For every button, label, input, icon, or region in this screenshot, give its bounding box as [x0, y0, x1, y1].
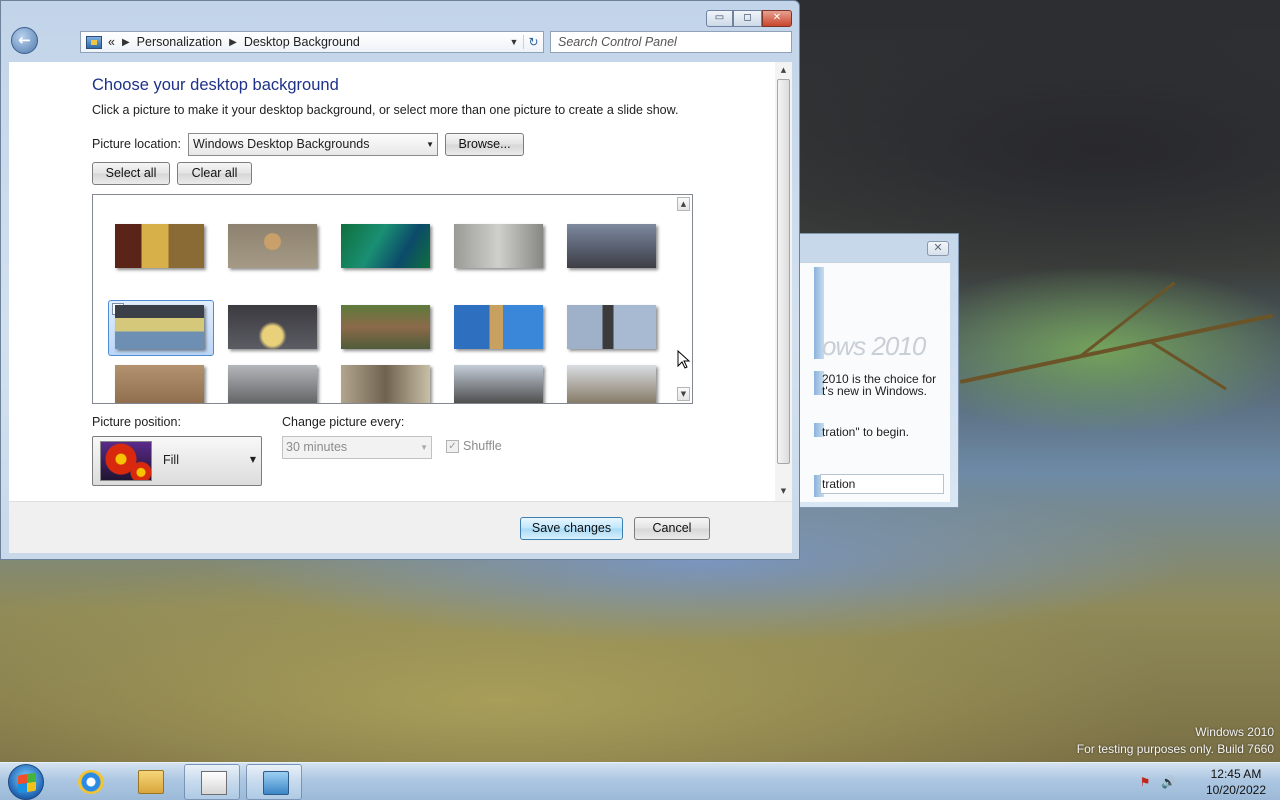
back-arrow-icon: ←	[18, 31, 31, 49]
chevron-down-icon: ▼	[426, 140, 434, 149]
wallpaper-thumbnail[interactable]	[228, 365, 317, 403]
scroll-down-icon[interactable]: ▼	[677, 387, 690, 401]
start-button[interactable]	[8, 764, 44, 800]
scroll-up-icon[interactable]: ▲	[777, 64, 790, 78]
save-changes-button[interactable]: Save changes	[520, 517, 623, 540]
wallpaper-thumbnail[interactable]	[454, 365, 543, 403]
gallery-scrollbar[interactable]: ▲ ▼	[675, 195, 692, 403]
back-button[interactable]: ←	[11, 27, 38, 54]
wallpaper-twig	[1149, 340, 1228, 391]
close-button[interactable]: ✕	[762, 10, 792, 27]
content-pane: Choose your desktop background Click a p…	[9, 62, 792, 501]
page-title: Choose your desktop background	[92, 76, 339, 94]
address-dropdown-icon[interactable]: ▼	[505, 37, 523, 47]
wallpaper-thumbnail[interactable]	[115, 365, 204, 403]
breadcrumb-separator-icon: ▶	[229, 36, 237, 48]
content-scrollbar[interactable]: ▲ ▼	[775, 62, 792, 501]
minimize-button[interactable]: ▭	[706, 10, 733, 27]
taskbar-windows-explorer[interactable]	[122, 764, 178, 800]
dialog-footer: Save changes Cancel	[9, 501, 792, 553]
background-dialog-body: ows 2010 2010 is the choice for t's new …	[800, 262, 950, 502]
wallpaper-gallery[interactable]: ✓ ▲ ▼	[92, 194, 693, 404]
chevron-down-icon: ▼	[249, 455, 256, 464]
desktop-background-window: ▭ ◻ ✕ ← « ▶ Personalization ▶ Desktop Ba…	[0, 0, 800, 560]
control-panel-icon	[86, 35, 102, 49]
refresh-icon[interactable]: ↻	[523, 35, 543, 49]
scroll-thumb[interactable]	[777, 79, 790, 464]
picture-position-label: Picture position:	[92, 415, 181, 429]
background-dialog-close-button[interactable]: ✕	[927, 241, 949, 256]
clock[interactable]: 12:45 AM 10/20/2022	[1206, 766, 1266, 798]
maximize-button[interactable]: ◻	[733, 10, 762, 27]
picture-location-select[interactable]: Windows Desktop Backgrounds ▼	[188, 133, 438, 156]
wallpaper-thumbnail[interactable]	[567, 305, 656, 349]
wallpaper-thumbnail[interactable]	[567, 365, 656, 403]
scroll-up-icon[interactable]: ▲	[677, 197, 690, 211]
taskbar-internet-explorer[interactable]	[62, 764, 118, 800]
breadcrumb-personalization[interactable]: Personalization	[137, 35, 222, 49]
system-tray: ⚑ 🔊 12:45 AM 10/20/2022	[1135, 763, 1280, 801]
search-input[interactable]: Search Control Panel	[550, 31, 792, 53]
breadcrumb-separator-icon: ▶	[121, 36, 130, 48]
build-watermark: Windows 2010 For testing purposes only. …	[1077, 724, 1274, 758]
watermark-build: For testing purposes only. Build 7660	[1076, 742, 1274, 756]
control-panel-icon	[263, 771, 289, 795]
internet-explorer-icon	[78, 770, 104, 794]
chevron-down-icon: ▼	[420, 443, 428, 452]
scroll-down-icon[interactable]: ▼	[777, 485, 790, 499]
breadcrumb-desktop-background[interactable]: Desktop Background	[244, 35, 360, 49]
change-interval-select[interactable]: 30 minutes ▼	[282, 436, 432, 459]
wallpaper-thumbnail[interactable]	[341, 365, 430, 403]
address-bar[interactable]: « ▶ Personalization ▶ Desktop Background…	[80, 31, 544, 53]
dialog-button-field[interactable]: tration	[820, 474, 944, 494]
picture-position-select[interactable]: Fill ▼	[92, 436, 262, 486]
shuffle-checkbox[interactable]: ✓	[446, 440, 459, 453]
wallpaper-thumbnail[interactable]	[567, 224, 656, 268]
wallpaper-thumbnail[interactable]	[115, 224, 204, 268]
projector-icon	[201, 771, 227, 795]
wallpaper-thumbnail[interactable]	[454, 305, 543, 349]
wallpaper-thumbnail[interactable]	[341, 224, 430, 268]
wallpaper-twig	[959, 313, 1274, 384]
picture-location-label: Picture location:	[92, 137, 181, 151]
watermark-os-name: Windows 2010	[1195, 725, 1274, 739]
select-all-button[interactable]: Select all	[92, 162, 170, 185]
shuffle-label: Shuffle	[463, 439, 502, 453]
wallpaper-thumbnail[interactable]	[228, 305, 317, 349]
taskbar: ⚑ 🔊 12:45 AM 10/20/2022	[0, 762, 1280, 800]
dialog-text-line: t's new in Windows.	[822, 384, 927, 398]
clock-time: 12:45 AM	[1210, 767, 1262, 781]
taskbar-control-panel[interactable]	[246, 764, 302, 800]
breadcrumb-overflow[interactable]: «	[108, 35, 115, 49]
browse-button[interactable]: Browse...	[445, 133, 524, 156]
wallpaper-thumbnail-selected[interactable]	[115, 305, 204, 349]
volume-icon[interactable]: 🔊	[1161, 775, 1176, 789]
dialog-logo-text: ows 2010	[822, 331, 926, 361]
dialog-text-line: tration" to begin.	[822, 425, 909, 439]
change-interval-value: 30 minutes	[286, 440, 348, 454]
wallpaper-thumbnail[interactable]	[341, 305, 430, 349]
flower-preview-icon	[100, 441, 152, 481]
change-picture-label: Change picture every:	[282, 415, 405, 429]
windows-logo-icon	[18, 772, 36, 794]
wallpaper-thumbnail[interactable]	[228, 224, 317, 268]
background-dialog[interactable]: ✕ ows 2010 2010 is the choice for t's ne…	[798, 233, 959, 508]
picture-location-value: Windows Desktop Backgrounds	[193, 137, 370, 151]
folder-icon	[138, 770, 164, 794]
action-center-flag-icon[interactable]: ⚑	[1138, 775, 1152, 789]
clock-date: 10/20/2022	[1205, 783, 1266, 797]
wallpaper-thumbnail[interactable]	[454, 224, 543, 268]
clear-all-button[interactable]: Clear all	[177, 162, 252, 185]
picture-position-value: Fill	[163, 453, 179, 467]
taskbar-projector-app[interactable]	[184, 764, 240, 800]
page-description: Click a picture to make it your desktop …	[92, 103, 679, 117]
mouse-cursor-icon	[677, 350, 691, 369]
cancel-button[interactable]: Cancel	[634, 517, 710, 540]
